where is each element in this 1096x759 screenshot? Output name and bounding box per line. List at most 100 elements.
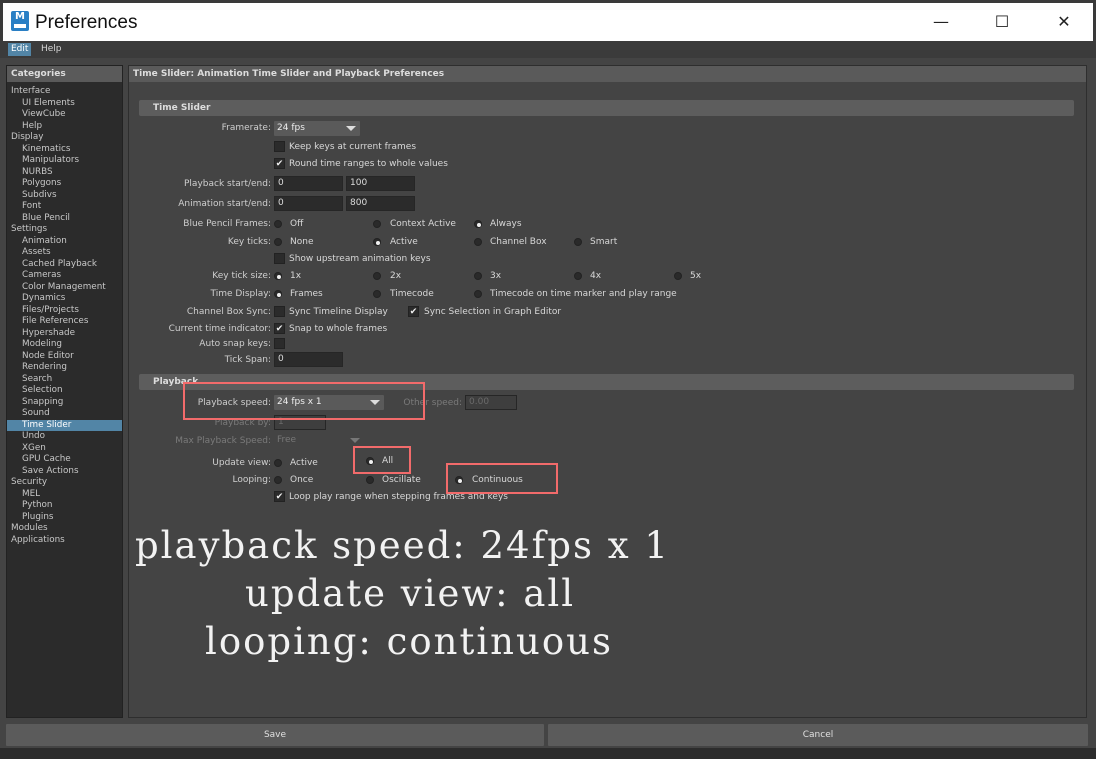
- category-item-search[interactable]: Search: [7, 374, 122, 386]
- caption-line-looping: looping: continuous: [205, 620, 613, 663]
- playback-end-field[interactable]: 100: [346, 176, 415, 191]
- time-display-frames-radio[interactable]: [274, 290, 282, 298]
- category-item-kinematics[interactable]: Kinematics: [7, 144, 122, 156]
- framerate-dropdown[interactable]: 24 fps: [274, 121, 360, 136]
- category-item-dynamics[interactable]: Dynamics: [7, 293, 122, 305]
- sync-timeline-checkbox[interactable]: [274, 306, 285, 317]
- keep-keys-checkbox[interactable]: [274, 141, 285, 152]
- show-upstream-checkbox[interactable]: [274, 253, 285, 264]
- round-time-checkbox[interactable]: ✔: [274, 158, 285, 169]
- key-ticks-smart-radio[interactable]: [574, 238, 582, 246]
- key-tick-size-4x-radio[interactable]: [574, 272, 582, 280]
- category-item-xgen[interactable]: XGen: [7, 443, 122, 455]
- categories-header: Categories: [7, 66, 122, 82]
- category-item-nurbs[interactable]: NURBS: [7, 167, 122, 179]
- category-item-snapping[interactable]: Snapping: [7, 397, 122, 409]
- looping-once-label: Once: [290, 475, 314, 485]
- category-item-color-management[interactable]: Color Management: [7, 282, 122, 294]
- category-item-applications[interactable]: Applications: [7, 535, 122, 547]
- highlight-box-playback-speed: [183, 382, 425, 420]
- auto-snap-keys-checkbox[interactable]: [274, 338, 285, 349]
- cancel-button[interactable]: Cancel: [548, 724, 1088, 746]
- category-item-subdivs[interactable]: Subdivs: [7, 190, 122, 202]
- snap-whole-frames-checkbox[interactable]: ✔: [274, 323, 285, 334]
- category-item-polygons[interactable]: Polygons: [7, 178, 122, 190]
- key-tick-size-2x-radio[interactable]: [373, 272, 381, 280]
- category-item-files-projects[interactable]: Files/Projects: [7, 305, 122, 317]
- category-item-gpu-cache[interactable]: GPU Cache: [7, 454, 122, 466]
- categories-list: Interface UI Elements ViewCube Help Display K…: [7, 82, 122, 546]
- category-item-animation[interactable]: Animation: [7, 236, 122, 248]
- key-tick-size-5x-radio[interactable]: [674, 272, 682, 280]
- sync-selection-checkbox[interactable]: ✔: [408, 306, 419, 317]
- category-item-undo[interactable]: Undo: [7, 431, 122, 443]
- maya-app-icon: M: [11, 11, 29, 31]
- menu-edit[interactable]: Edit: [8, 43, 32, 56]
- category-item-assets[interactable]: Assets: [7, 247, 122, 259]
- blue-pencil-always-radio[interactable]: [474, 220, 482, 228]
- category-item-viewcube[interactable]: ViewCube: [7, 109, 122, 121]
- tick-span-label: Tick Span:: [224, 355, 271, 365]
- category-item-font[interactable]: Font: [7, 201, 122, 213]
- category-item-modules[interactable]: Modules: [7, 523, 122, 535]
- time-display-label: Time Display:: [210, 289, 271, 299]
- blue-pencil-always-label: Always: [490, 219, 522, 229]
- blue-pencil-context-active-radio[interactable]: [373, 220, 381, 228]
- annotation-caption: playback speed: 24fps x 1 update view: a…: [135, 522, 725, 666]
- category-item-interface[interactable]: Interface: [7, 86, 122, 98]
- category-item-modeling[interactable]: Modeling: [7, 339, 122, 351]
- category-item-save-actions[interactable]: Save Actions: [7, 466, 122, 478]
- category-item-cameras[interactable]: Cameras: [7, 270, 122, 282]
- category-item-manipulators[interactable]: Manipulators: [7, 155, 122, 167]
- maximize-button[interactable]: ☐: [979, 7, 1025, 37]
- key-tick-size-4x-label: 4x: [590, 271, 602, 281]
- save-button[interactable]: Save: [6, 724, 544, 746]
- category-item-time-slider[interactable]: Time Slider: [7, 419, 122, 431]
- category-item-file-references[interactable]: File References: [7, 316, 122, 328]
- animation-start-field[interactable]: 0: [274, 196, 343, 211]
- category-item-settings[interactable]: Settings: [7, 224, 122, 236]
- minimize-button[interactable]: —: [918, 7, 964, 37]
- category-item-hypershade[interactable]: Hypershade: [7, 328, 122, 340]
- animation-end-field[interactable]: 800: [346, 196, 415, 211]
- close-button[interactable]: ✕: [1041, 7, 1087, 37]
- menu-help[interactable]: Help: [38, 43, 65, 56]
- max-playback-speed-dropdown[interactable]: Free: [274, 433, 364, 448]
- taskbar-strip: [0, 748, 1096, 759]
- time-slider-section-header[interactable]: Time Slider: [139, 100, 1074, 116]
- category-item-sound[interactable]: Sound: [7, 408, 122, 420]
- playback-startend-label: Playback start/end:: [184, 179, 271, 189]
- looping-once-radio[interactable]: [274, 476, 282, 484]
- category-item-python[interactable]: Python: [7, 500, 122, 512]
- category-item-security[interactable]: Security: [7, 477, 122, 489]
- tick-span-field[interactable]: 0: [274, 352, 343, 367]
- category-item-blue-pencil[interactable]: Blue Pencil: [7, 213, 122, 225]
- category-item-ui-elements[interactable]: UI Elements: [7, 98, 122, 110]
- playback-start-field[interactable]: 0: [274, 176, 343, 191]
- key-tick-size-3x-radio[interactable]: [474, 272, 482, 280]
- framerate-label: Framerate:: [221, 123, 271, 133]
- key-tick-size-5x-label: 5x: [690, 271, 702, 281]
- category-item-mel[interactable]: MEL: [7, 489, 122, 501]
- show-upstream-label: Show upstream animation keys: [289, 254, 431, 264]
- category-item-selection[interactable]: Selection: [7, 385, 122, 397]
- loop-play-range-checkbox[interactable]: ✔: [274, 491, 285, 502]
- chevron-down-icon: [350, 438, 360, 443]
- update-view-active-radio[interactable]: [274, 459, 282, 467]
- category-item-cached-playback[interactable]: Cached Playback: [7, 259, 122, 271]
- category-item-node-editor[interactable]: Node Editor: [7, 351, 122, 363]
- time-display-timecode-marker-radio[interactable]: [474, 290, 482, 298]
- looping-oscillate-radio[interactable]: [366, 476, 374, 484]
- key-ticks-channel-box-radio[interactable]: [474, 238, 482, 246]
- category-item-display[interactable]: Display: [7, 132, 122, 144]
- highlight-box-update-view-all: [353, 446, 411, 474]
- other-speed-field[interactable]: 0.00: [465, 395, 517, 410]
- category-item-rendering[interactable]: Rendering: [7, 362, 122, 374]
- key-ticks-none-radio[interactable]: [274, 238, 282, 246]
- category-item-help[interactable]: Help: [7, 121, 122, 133]
- key-ticks-active-radio[interactable]: [373, 238, 381, 246]
- blue-pencil-off-radio[interactable]: [274, 220, 282, 228]
- key-tick-size-1x-radio[interactable]: [274, 272, 282, 280]
- category-item-plugins[interactable]: Plugins: [7, 512, 122, 524]
- time-display-timecode-radio[interactable]: [373, 290, 381, 298]
